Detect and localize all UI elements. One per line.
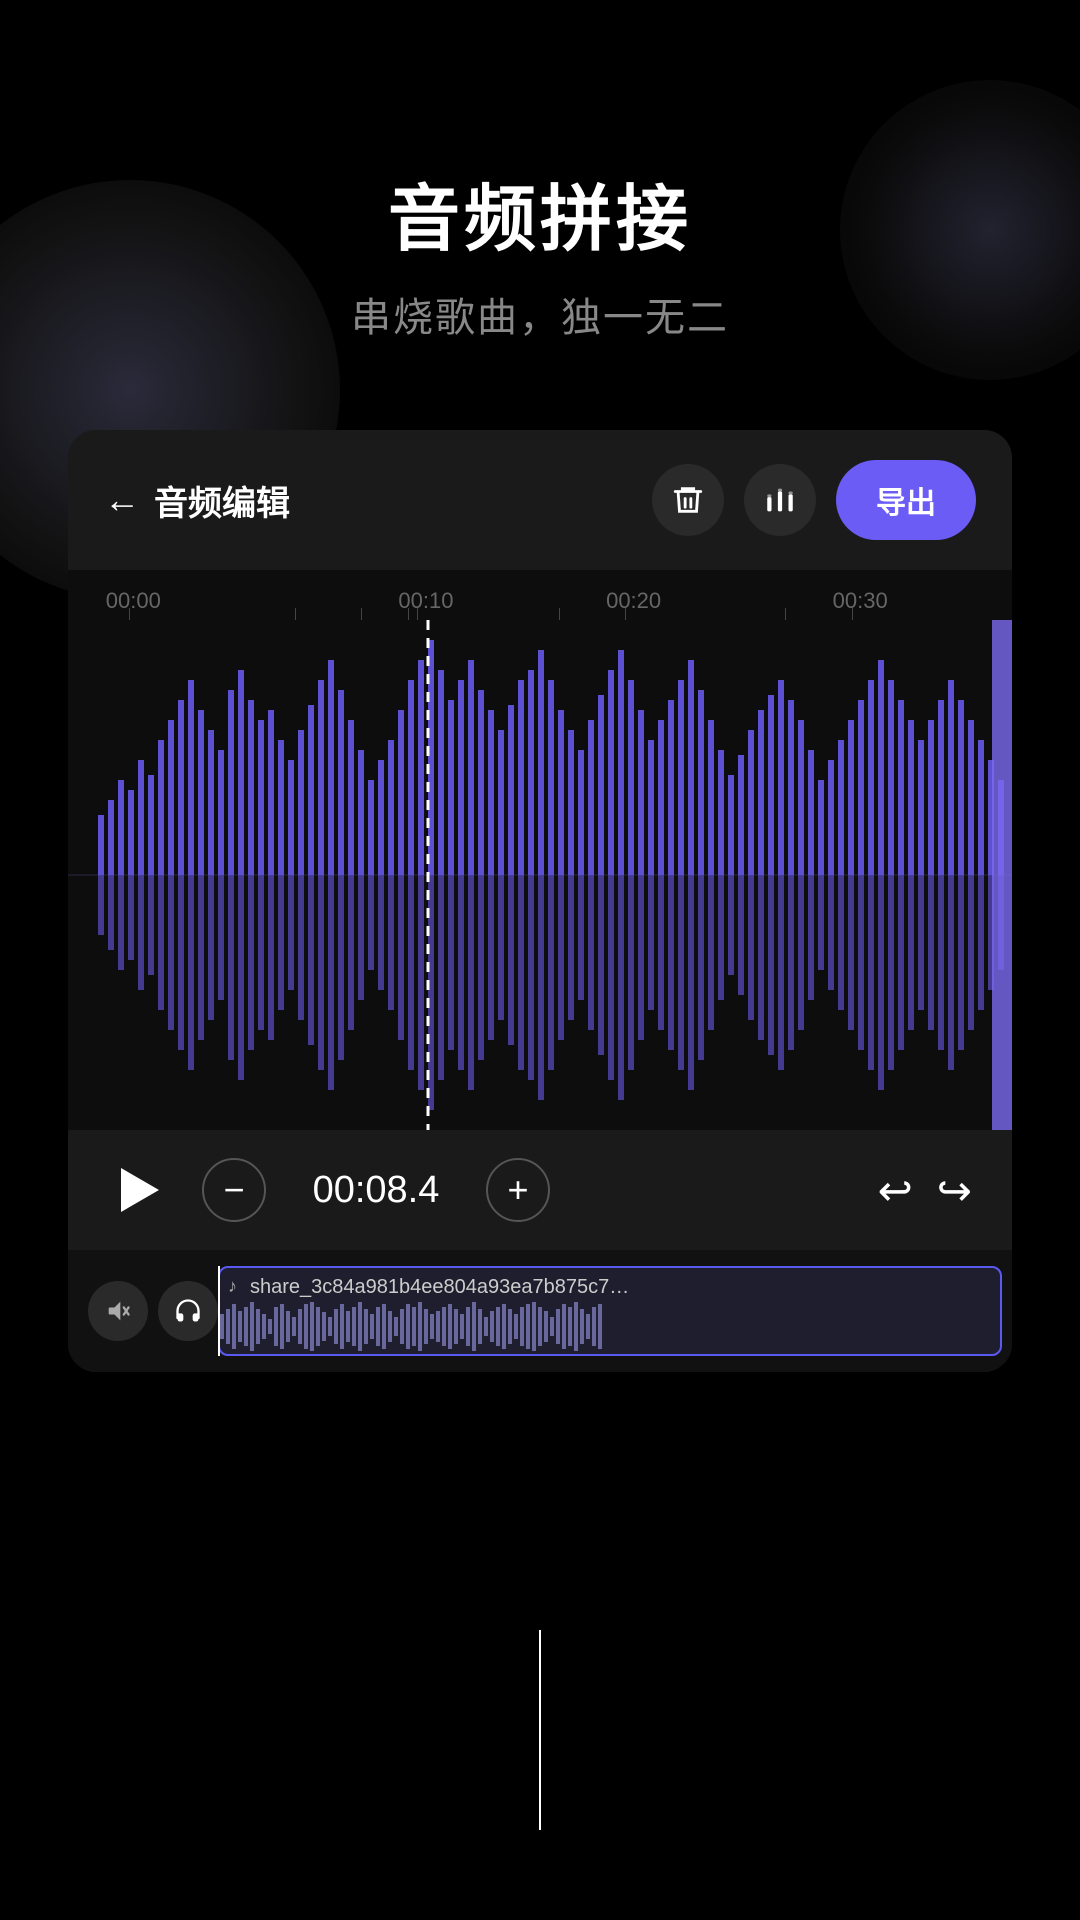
editor-card: ← 音频编辑	[68, 430, 1012, 1372]
timeline-label-1: 00:10	[398, 588, 453, 614]
editor-title: 音频编辑	[154, 476, 290, 525]
page-title: 音频拼接	[0, 160, 1080, 265]
bottom-playhead-extension	[539, 1630, 541, 1830]
header-section: 音频拼接 串烧歌曲，独一无二	[0, 160, 1080, 343]
timeline-label-3: 00:30	[833, 588, 888, 614]
right-edge-handle[interactable]	[992, 620, 1012, 1130]
waveform-container[interactable]: 00:00 00:10 00:20 00:30	[68, 570, 1012, 1130]
back-button[interactable]: ← 音频编辑	[104, 476, 290, 525]
headphone-icon	[174, 1297, 202, 1325]
play-button[interactable]	[108, 1158, 172, 1222]
export-button[interactable]: 导出	[836, 460, 976, 540]
timeline-label-2: 00:20	[606, 588, 661, 614]
timeline-label-0: 00:00	[106, 588, 161, 614]
waveform-display	[68, 620, 1012, 1130]
back-arrow-icon: ←	[104, 479, 140, 521]
controls-bar: − 00:08.4 + ↩ ↪	[68, 1130, 1012, 1250]
track-side-controls	[68, 1281, 218, 1341]
editor-topbar: ← 音频编辑	[68, 430, 1012, 570]
track-row: ♪ share_3c84a981b4ee804a93ea7b875c7582c0…	[68, 1266, 1012, 1356]
headphone-button[interactable]	[158, 1281, 218, 1341]
undo-redo-group: ↩ ↪	[878, 1166, 972, 1215]
topbar-actions: 导出	[652, 460, 976, 540]
mute-button[interactable]	[88, 1281, 148, 1341]
track-area: ♪ share_3c84a981b4ee804a93ea7b875c7582c0…	[68, 1250, 1012, 1372]
track-content[interactable]: ♪ share_3c84a981b4ee804a93ea7b875c7582c0…	[218, 1266, 1002, 1356]
mute-icon	[104, 1297, 132, 1325]
track-mini-waveform	[220, 1299, 920, 1354]
delete-button[interactable]	[652, 464, 724, 536]
track-playhead-line	[218, 1266, 220, 1356]
equalizer-icon	[763, 483, 797, 517]
timestamp-display: 00:08.4	[296, 1169, 456, 1212]
timeline-ruler: 00:00 00:10 00:20 00:30	[68, 570, 1012, 620]
track-filename: share_3c84a981b4ee804a93ea7b875c7582c0.w…	[250, 1276, 630, 1299]
plus-button[interactable]: +	[486, 1158, 550, 1222]
undo-button[interactable]: ↩	[878, 1166, 913, 1215]
page-subtitle: 串烧歌曲，独一无二	[0, 285, 1080, 343]
redo-button[interactable]: ↪	[937, 1166, 972, 1215]
track-note-icon: ♪	[228, 1276, 237, 1297]
minus-button[interactable]: −	[202, 1158, 266, 1222]
equalizer-button[interactable]	[744, 464, 816, 536]
play-icon	[121, 1168, 159, 1212]
trash-icon	[671, 483, 705, 517]
